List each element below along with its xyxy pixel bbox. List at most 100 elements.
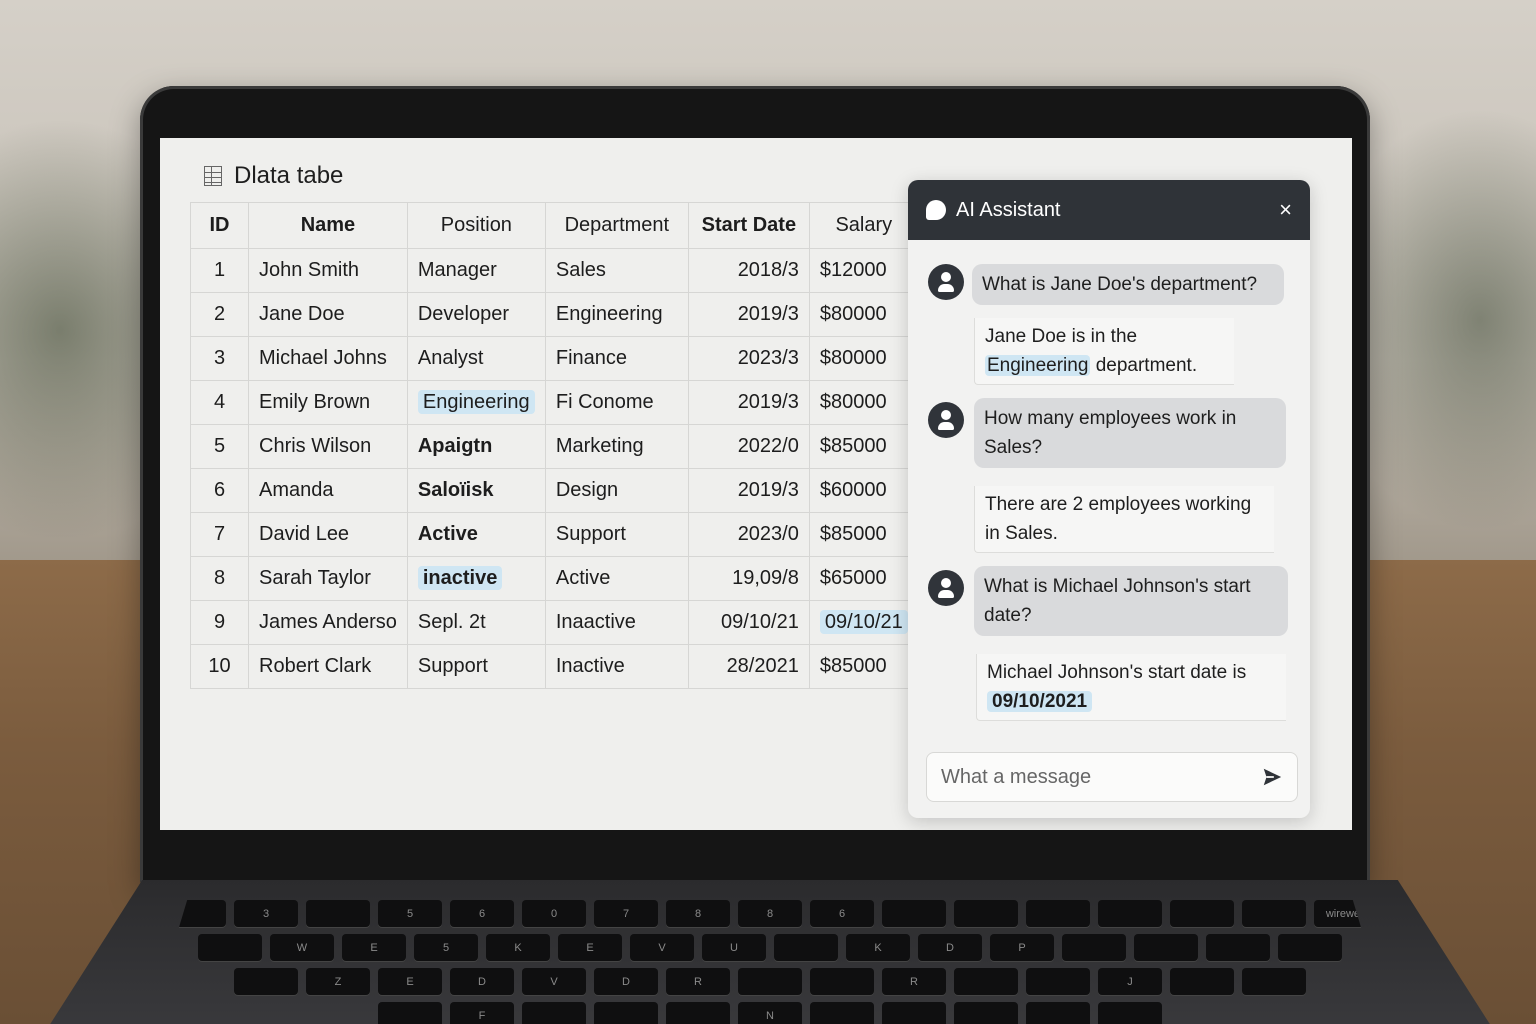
cell-name: Jane Doe — [248, 292, 408, 337]
keyboard: 3 5 6 0 7 8 8 6 wireweg W E 5 K E V U K D P Z E D V D R R J F N — [150, 900, 1390, 1024]
column-header-position[interactable]: Position — [406, 202, 546, 249]
cell-id: 5 — [190, 424, 249, 469]
highlighted-cell-value: 09/10/21 — [819, 610, 908, 634]
keyboard-key: 8 — [666, 900, 730, 927]
highlighted-cell-value: Engineering — [417, 390, 535, 414]
keyboard-key — [1170, 900, 1234, 927]
ai-assistant-panel: AI Assistant × What is Jane Doe's depart… — [908, 180, 1310, 818]
message-input[interactable] — [941, 765, 1241, 789]
keyboard-key — [198, 934, 262, 961]
cell-start-date: 2019/3 — [687, 380, 810, 425]
table-row[interactable]: 1 John Smith Manager Sales 2018/3 $12000 — [190, 248, 919, 293]
table-row[interactable]: 7 David Lee Active Support 2023/0 $85000 — [190, 512, 919, 557]
keyboard-key — [882, 900, 946, 927]
keyboard-key: W — [270, 934, 334, 961]
cell-start-date: 19,09/8 — [687, 556, 810, 601]
keyboard-key — [378, 1002, 442, 1024]
cell-salary: $80000 — [808, 380, 919, 425]
cell-department: Inaactive — [544, 600, 689, 645]
user-message: How many employees work in Sales? — [974, 398, 1286, 468]
cell-name: James Anderso — [248, 600, 408, 645]
user-message: What is Jane Doe's department? — [972, 264, 1284, 305]
keyboard-key: 8 — [738, 900, 802, 927]
cell-name: Amanda — [248, 468, 408, 513]
column-header-start-date[interactable]: Start Date — [687, 202, 810, 249]
keyboard-key — [1170, 968, 1234, 995]
table-grid-icon — [204, 166, 222, 186]
cell-start-date: 2023/3 — [687, 336, 810, 381]
cell-start-date: 2018/3 — [687, 248, 810, 293]
table-row[interactable]: 6 Amanda Saloïisk Design 2019/3 $60000 — [190, 468, 919, 513]
keyboard-key: V — [630, 934, 694, 961]
keyboard-key: E — [558, 934, 622, 961]
message-composer — [926, 752, 1298, 802]
keyboard-key — [882, 1002, 946, 1024]
chat-bubble-icon — [926, 200, 946, 220]
column-header-name[interactable]: Name — [248, 202, 408, 249]
column-header-id[interactable]: ID — [190, 202, 249, 249]
cell-position: Support — [406, 644, 546, 689]
keyboard-key: R — [882, 968, 946, 995]
table-row[interactable]: 2 Jane Doe Developer Engineering 2019/3 … — [190, 292, 919, 337]
table-row[interactable]: 8 Sarah Taylor inactive Active 19,09/8 $… — [190, 556, 919, 601]
keyboard-key: 3 — [234, 900, 298, 927]
column-header-department[interactable]: Department — [544, 202, 689, 249]
cell-id: 8 — [190, 556, 249, 601]
keyboard-key — [954, 1002, 1018, 1024]
assistant-message: There are 2 employees working in Sales. — [974, 486, 1274, 553]
cell-id: 9 — [190, 600, 249, 645]
cell-id: 3 — [190, 336, 249, 381]
table-row[interactable]: 3 Michael Johns Analyst Finance 2023/3 $… — [190, 336, 919, 381]
send-icon[interactable] — [1261, 766, 1283, 788]
cell-position: Active — [406, 512, 546, 557]
keyboard-key — [1098, 900, 1162, 927]
keyboard-key: K — [846, 934, 910, 961]
keyboard-key — [1242, 900, 1306, 927]
cell-department: Sales — [544, 248, 689, 293]
keyboard-key — [954, 968, 1018, 995]
cell-position: Manager — [406, 248, 546, 293]
keyboard-key: E — [378, 968, 442, 995]
keyboard-key: 5 — [414, 934, 478, 961]
table-row[interactable]: 4 Emily Brown Engineering Fi Conome 2019… — [190, 380, 919, 425]
cell-start-date: 2019/3 — [687, 468, 810, 513]
user-avatar-icon — [928, 570, 964, 606]
cell-name: Sarah Taylor — [248, 556, 408, 601]
cell-name: David Lee — [248, 512, 408, 557]
keyboard-key — [1134, 934, 1198, 961]
user-message: What is Michael Johnson's start date? — [974, 566, 1288, 636]
keyboard-key — [594, 1002, 658, 1024]
table-row[interactable]: 9 James Anderso Sepl. 2t Inaactive 09/10… — [190, 600, 919, 645]
table-header: Dlata tabe — [204, 162, 343, 190]
cell-department: Engineering — [544, 292, 689, 337]
keyboard-key: D — [918, 934, 982, 961]
table-row[interactable]: 10 Robert Clark Support Inactive 28/2021… — [190, 644, 919, 689]
keyboard-key — [810, 1002, 874, 1024]
cell-id: 1 — [190, 248, 249, 293]
cell-salary: $85000 — [808, 644, 919, 689]
keyboard-key: F — [450, 1002, 514, 1024]
cell-position: Developer — [406, 292, 546, 337]
table-row[interactable]: 5 Chris Wilson Apaigtn Marketing 2022/0 … — [190, 424, 919, 469]
keyboard-key: 6 — [450, 900, 514, 927]
assistant-message-text: Michael Johnson's start date is — [987, 662, 1247, 683]
cell-name: Michael Johns — [248, 336, 408, 381]
keyboard-key: 0 — [522, 900, 586, 927]
keyboard-key: D — [450, 968, 514, 995]
cell-name: Emily Brown — [248, 380, 408, 425]
keyboard-row: FN — [150, 1002, 1390, 1024]
column-header-salary[interactable]: Salary — [808, 202, 919, 249]
keyboard-key: N — [738, 1002, 802, 1024]
cell-salary: $85000 — [808, 512, 919, 557]
highlighted-answer: 09/10/2021 — [987, 691, 1093, 712]
keyboard-key — [1026, 1002, 1090, 1024]
keyboard-key — [1062, 934, 1126, 961]
cell-position: Engineering — [406, 380, 546, 425]
cell-position: inactive — [406, 556, 546, 601]
keyboard-key: R — [666, 968, 730, 995]
keyboard-row: 3 5 6 0 7 8 8 6 wireweg — [150, 900, 1390, 927]
cell-department: Active — [544, 556, 689, 601]
close-icon[interactable]: × — [1279, 197, 1292, 223]
keyboard-key — [522, 1002, 586, 1024]
user-avatar-icon — [928, 264, 964, 300]
